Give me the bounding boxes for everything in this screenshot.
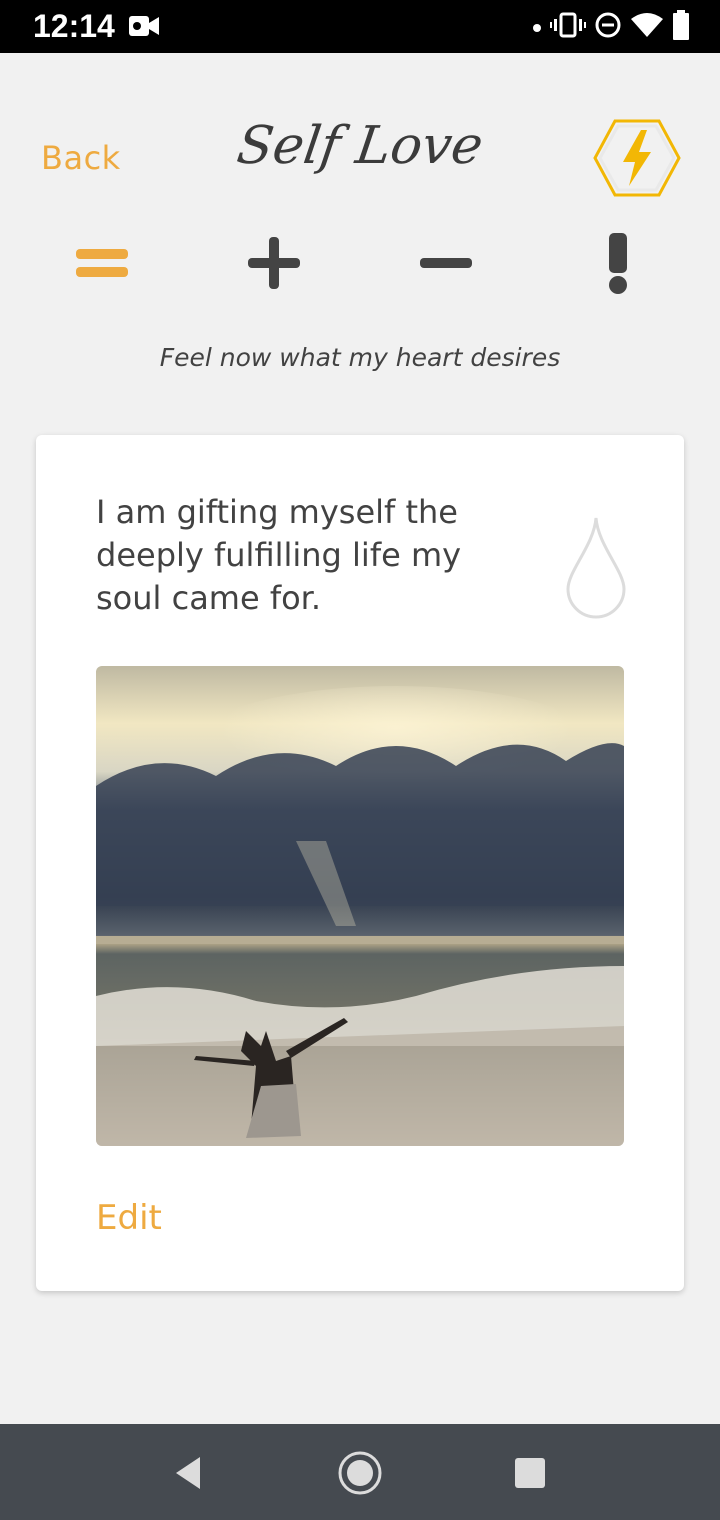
back-triangle-icon[interactable] — [163, 1448, 213, 1498]
video-camera-icon — [128, 13, 160, 43]
dot-icon — [532, 18, 542, 37]
app-header: Back Self Love — [0, 53, 720, 233]
status-icons — [532, 10, 690, 44]
status-bar: 12:14 — [0, 0, 720, 53]
affirmation-text: I am gifting myself the deeply fulfillin… — [96, 493, 462, 617]
recents-square-icon[interactable] — [505, 1448, 555, 1498]
edit-button[interactable]: Edit — [96, 1198, 162, 1238]
exclamation-icon[interactable] — [583, 228, 653, 298]
category-nav — [0, 228, 720, 298]
affirmation-card: I am gifting myself the deeply fulfillin… — [36, 435, 684, 1291]
equals-icon[interactable] — [67, 228, 137, 298]
plus-icon[interactable] — [239, 228, 309, 298]
minus-icon[interactable] — [411, 228, 481, 298]
water-drop-icon[interactable] — [564, 515, 628, 623]
affirmation-photo — [96, 666, 624, 1146]
lightning-bolt-icon[interactable] — [593, 118, 681, 202]
system-nav-bar — [0, 1424, 720, 1520]
vibrate-icon — [550, 11, 586, 43]
wifi-icon — [630, 11, 664, 43]
do-not-disturb-icon — [594, 11, 622, 43]
status-time: 12:14 — [33, 8, 115, 44]
subtitle: Feel now what my heart desires — [159, 343, 561, 372]
battery-icon — [672, 10, 690, 44]
back-button[interactable]: Back — [41, 139, 121, 177]
home-circle-icon[interactable] — [335, 1448, 385, 1498]
page-title: Self Love — [233, 116, 487, 176]
